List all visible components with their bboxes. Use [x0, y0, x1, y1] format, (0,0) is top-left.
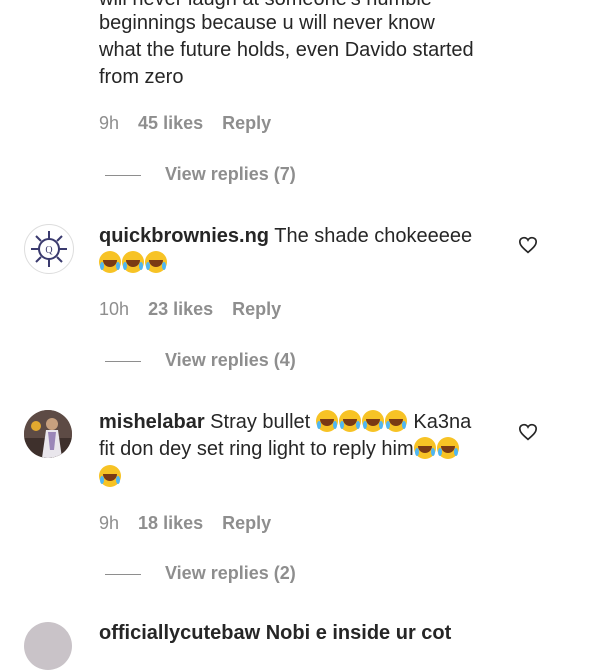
comment-text: fit don dey set ring light to reply him: [99, 438, 414, 460]
heart-icon: [518, 236, 538, 254]
laughing-tears-emoji: [315, 410, 338, 432]
emoji-row: [99, 251, 168, 274]
laughing-tears-emoji: [413, 437, 436, 459]
likes-count[interactable]: 23 likes: [148, 299, 213, 319]
heart-icon: [518, 423, 538, 441]
replies-divider: [105, 361, 141, 362]
timestamp: 10h: [99, 299, 130, 319]
comment-text: Ka3na: [413, 411, 472, 433]
replies-divider: [105, 175, 141, 176]
comment-meta: 9h 18 likes Reply: [99, 513, 271, 534]
like-button[interactable]: [518, 236, 538, 259]
view-replies-button[interactable]: View replies (4): [165, 350, 296, 371]
avatar[interactable]: [24, 622, 72, 670]
laughing-tears-emoji: [145, 251, 167, 273]
comment-text-line: from zero: [99, 66, 184, 88]
comment-body: quickbrownies.ng The shade chokeeeee: [99, 223, 499, 250]
laughing-tears-emoji: [99, 251, 121, 273]
laughing-tears-emoji: [99, 465, 121, 487]
comment-text: Stray bullet: [210, 411, 311, 433]
likes-count[interactable]: 18 likes: [138, 513, 203, 533]
comment-text-line: what the future holds, even Davido start…: [99, 39, 474, 61]
reply-button[interactable]: Reply: [232, 299, 281, 319]
comment-text-line: fit don dey set ring light to reply him: [99, 436, 509, 463]
comment-text: The shade chokeeeee: [274, 225, 473, 247]
reply-button[interactable]: Reply: [222, 513, 271, 533]
laughing-tears-emoji: [122, 251, 144, 273]
username[interactable]: quickbrownies.ng: [99, 225, 269, 247]
username[interactable]: mishelabar: [99, 411, 205, 433]
emoji-row: [99, 465, 122, 488]
laughing-tears-emoji: [436, 437, 459, 459]
comment-text-line: beginnings because u will never know: [99, 12, 435, 34]
timestamp: 9h: [99, 113, 120, 133]
replies-divider: [105, 574, 141, 575]
avatar[interactable]: [24, 410, 72, 458]
comment-body: mishelabar Stray bullet Ka3na: [99, 409, 509, 436]
view-replies-button[interactable]: View replies (7): [165, 164, 296, 185]
view-replies-button[interactable]: View replies (2): [165, 563, 296, 584]
timestamp: 9h: [99, 513, 120, 533]
avatar[interactable]: Q: [24, 224, 74, 274]
comment-meta: 10h 23 likes Reply: [99, 299, 281, 320]
comment-meta: 9h 45 likes Reply: [99, 113, 271, 134]
laughing-tears-emoji: [384, 410, 407, 432]
likes-count[interactable]: 45 likes: [138, 113, 203, 133]
svg-text:Q: Q: [45, 245, 53, 256]
like-button[interactable]: [518, 423, 538, 446]
laughing-tears-emoji: [338, 410, 361, 432]
laughing-tears-emoji: [361, 410, 384, 432]
comment-partial: officiallycutebaw Nobi e inside ur cot: [99, 622, 452, 644]
reply-button[interactable]: Reply: [222, 113, 271, 133]
